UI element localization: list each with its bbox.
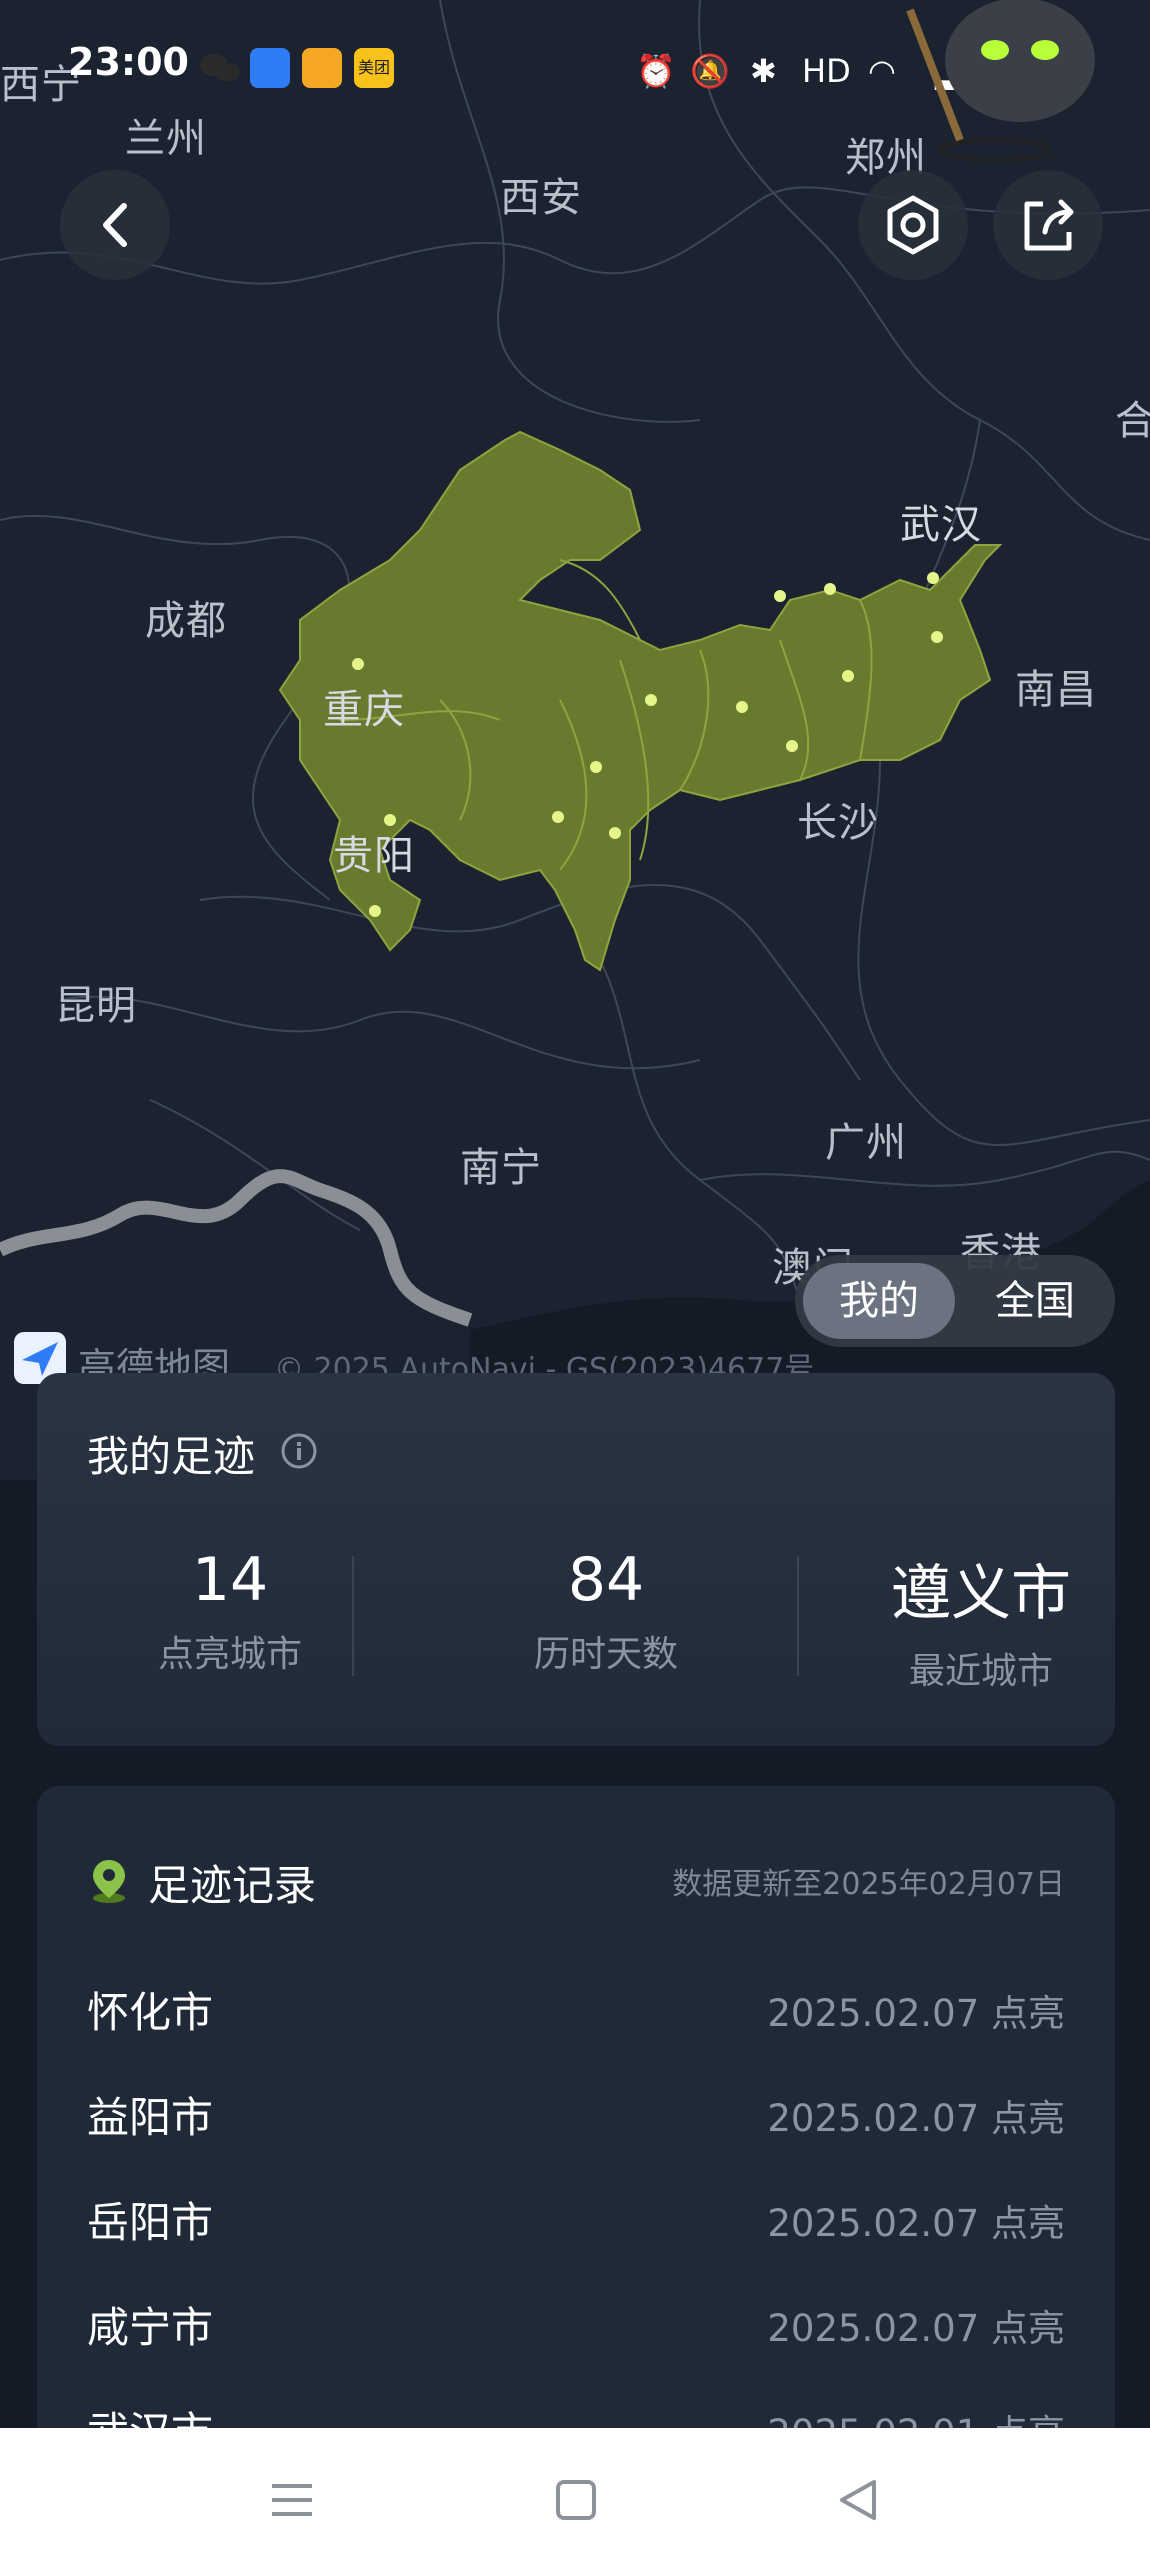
footprint-title: 我的足迹 [87, 1432, 256, 1481]
footprint-records-card: 足迹记录 数据更新至2025年02月07日 怀化市 2025.02.07 点亮 … [37, 1786, 1115, 2486]
alarm-icon: ⏰ [636, 52, 676, 90]
city-label-lanzhou: 兰州 [125, 116, 207, 162]
city-label-nanning: 南宁 [460, 1145, 542, 1191]
qq-app-icon [250, 48, 290, 88]
city-label-guangzhou: 广州 [825, 1120, 907, 1166]
country-border [0, 1169, 473, 1327]
hd-icon: HD [802, 52, 851, 90]
record-date: 2025.02.07 点亮 [767, 2202, 1065, 2245]
share-button[interactable] [993, 170, 1103, 280]
stat-recent-city-value: 遵义市 [891, 1559, 1071, 1629]
wechat-icon [198, 50, 242, 94]
mute-icon: 🔕 [690, 52, 730, 90]
pet-sticker-icon [900, 0, 1130, 170]
location-pin-icon [93, 1860, 125, 1903]
stat-lit-cities: 14 点亮城市 [60, 1545, 400, 1677]
toggle-all[interactable]: 全国 [963, 1263, 1107, 1339]
city-label-chengdu: 成都 [145, 598, 227, 644]
record-city: 怀化市 [87, 1988, 214, 2037]
hexagon-settings-icon [887, 195, 939, 255]
city-label-changsha: 长沙 [797, 800, 879, 846]
city-label-kunming: 昆明 [55, 983, 137, 1029]
record-row[interactable]: 益阳市 2025.02.07 点亮 [87, 2084, 1065, 2144]
bluetooth-icon: ✱ [750, 52, 777, 90]
record-city: 益阳市 [87, 2093, 214, 2142]
records-update-note: 数据更新至2025年02月07日 [672, 1867, 1065, 1902]
city-label-chongqing: 重庆 [323, 687, 405, 733]
back-triangle-icon[interactable] [836, 2478, 880, 2522]
didi-app-icon [302, 48, 342, 88]
city-label-nanchang: 南昌 [1015, 667, 1097, 713]
record-row[interactable]: 怀化市 2025.02.07 点亮 [87, 1979, 1065, 2039]
meituan-app-icon: 美团 [354, 48, 394, 88]
city-label-wuhan: 武汉 [900, 502, 982, 548]
record-date: 2025.02.07 点亮 [767, 1992, 1065, 2035]
record-row[interactable]: 岳阳市 2025.02.07 点亮 [87, 2189, 1065, 2249]
footprint-summary-card: 我的足迹 14 点亮城市 84 历时天数 遵义市 最近城市 [37, 1373, 1115, 1746]
stat-lit-cities-label: 点亮城市 [157, 1634, 302, 1675]
records-title: 足迹记录 [148, 1861, 317, 1910]
record-city: 咸宁市 [87, 2303, 214, 2352]
stat-recent-city-label: 最近城市 [908, 1651, 1053, 1692]
back-button[interactable] [60, 170, 170, 280]
info-icon[interactable] [279, 1431, 319, 1471]
toggle-mine[interactable]: 我的 [803, 1263, 955, 1339]
wifi-icon: ◠ [868, 52, 896, 90]
record-date: 2025.02.07 点亮 [767, 2097, 1065, 2140]
city-label-guiyang: 贵阳 [333, 833, 415, 879]
record-date: 2025.02.07 点亮 [767, 2307, 1065, 2350]
record-city: 岳阳市 [87, 2198, 214, 2247]
share-icon [1024, 199, 1074, 251]
stat-recent-city: 遵义市 最近城市 [811, 1545, 1150, 1694]
system-nav-bar [0, 2428, 1150, 2571]
status-time: 23:00 [68, 40, 189, 84]
stat-divider [352, 1556, 354, 1676]
stat-days: 84 历时天数 [436, 1545, 776, 1677]
record-row[interactable]: 咸宁市 2025.02.07 点亮 [87, 2294, 1065, 2354]
chevron-left-icon [103, 203, 127, 247]
menu-icon[interactable] [270, 2480, 314, 2520]
home-icon[interactable] [554, 2478, 598, 2522]
city-label-he: 合 [1115, 398, 1150, 444]
city-label-xian: 西安 [500, 175, 582, 221]
settings-button[interactable] [858, 170, 968, 280]
stat-divider [797, 1556, 799, 1676]
stat-days-value: 84 [567, 1545, 645, 1615]
stat-lit-cities-value: 14 [191, 1545, 269, 1615]
scope-toggle[interactable]: 我的 全国 [795, 1255, 1115, 1347]
stat-days-label: 历时天数 [533, 1634, 678, 1675]
